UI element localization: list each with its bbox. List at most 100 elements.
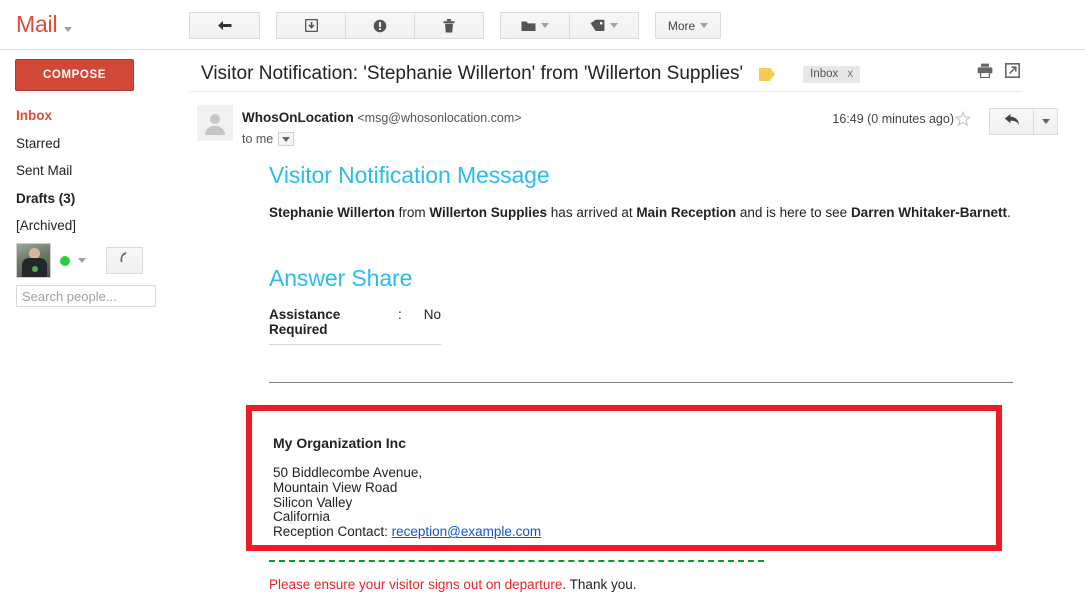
address-line-4: California: [273, 509, 331, 525]
answer-field-value: No: [423, 307, 441, 322]
footer-note-black-text: . Thank you.: [562, 577, 637, 592]
organization-signature-content: My Organization Inc 50 Biddlecombe Avenu…: [273, 434, 541, 540]
more-button-label: More: [667, 18, 696, 33]
page-title: Visitor Notification: 'Stephanie Willert…: [201, 63, 744, 84]
sender-line: WhosOnLocation <msg@whosonlocation.com>: [242, 110, 522, 125]
phone-button[interactable]: [106, 247, 143, 274]
sender-name[interactable]: WhosOnLocation: [242, 110, 354, 125]
avatar-shirt-logo: [32, 266, 38, 272]
reception-contact-label: Reception Contact:: [273, 524, 392, 540]
message-timestamp: 16:49 (0 minutes ago): [832, 112, 954, 126]
green-dashed-divider: [269, 560, 764, 562]
chevron-down-icon: [1041, 119, 1050, 124]
body-heading-visitor-notification: Visitor Notification Message: [269, 162, 550, 188]
answer-field-colon: :: [397, 307, 402, 322]
compose-button[interactable]: COMPOSE: [15, 59, 134, 91]
sidebar-item-inbox[interactable]: Inbox: [16, 102, 176, 130]
intro-location: Main Reception: [636, 205, 737, 220]
chevron-down-icon: [282, 136, 291, 142]
recipient-details-button[interactable]: [278, 132, 295, 146]
back-arrow-icon: [217, 20, 233, 32]
reply-more-button[interactable]: [1033, 108, 1058, 135]
subject-row: Visitor Notification: 'Stephanie Willert…: [201, 61, 1071, 87]
footer-note: Please ensure your visitor signs out on …: [269, 576, 636, 594]
body-horizontal-rule: [269, 382, 1013, 383]
labels-button[interactable]: [569, 12, 639, 39]
chat-status-row: [16, 243, 143, 278]
close-icon[interactable]: x: [847, 68, 853, 80]
folder-icon: [521, 20, 536, 32]
body-heading-answer-share: Answer Share: [269, 265, 413, 291]
delete-button[interactable]: [414, 12, 484, 39]
intro-here-to-see-text: and is here to see: [736, 205, 851, 220]
action-group: [276, 12, 484, 39]
answer-field-label: Assistance Required: [269, 307, 341, 337]
address-line-1: 50 Biddlecombe Avenue,: [273, 465, 423, 480]
reply-icon: [1004, 113, 1020, 131]
body-intro-paragraph: Stephanie Willerton from Willerton Suppl…: [269, 204, 1059, 222]
intro-arrived-text: has arrived at: [547, 205, 637, 220]
label-chip-text: Inbox: [810, 68, 839, 80]
label-flag-icon: [759, 67, 776, 81]
organize-group: [500, 12, 639, 39]
back-group: [189, 12, 260, 39]
intro-end: .: [1006, 205, 1011, 220]
recipient-label: to me: [242, 132, 274, 146]
intro-company: Willerton Supplies: [429, 205, 548, 220]
address-line-3: Silicon Valley: [273, 494, 353, 510]
search-people-input[interactable]: [16, 285, 156, 307]
message-toolbar: More: [189, 12, 737, 39]
back-button[interactable]: [189, 12, 260, 39]
reception-contact-email-link[interactable]: reception@example.com: [392, 524, 542, 539]
chevron-down-icon[interactable]: [78, 258, 86, 263]
reply-group: [989, 108, 1058, 135]
more-button[interactable]: More: [655, 12, 721, 39]
subject-divider: [190, 91, 1022, 92]
trash-icon: [443, 18, 455, 33]
organization-address: 50 Biddlecombe Avenue, Mountain View Roa…: [273, 465, 542, 540]
print-icon[interactable]: [977, 63, 993, 83]
footer-note-red-text: Please ensure your visitor signs out on …: [269, 577, 563, 592]
label-chip-inbox[interactable]: Inbox x: [803, 65, 861, 83]
email-body: Visitor Notification Message Stephanie W…: [246, 161, 1059, 592]
recipient-line: to me: [242, 132, 295, 146]
label-flag-tip: [770, 67, 776, 80]
archive-button[interactable]: [276, 12, 346, 39]
open-in-new-window-icon[interactable]: [1005, 63, 1020, 83]
top-bar: Mail More: [0, 0, 1085, 50]
sidebar: COMPOSE Inbox Starred Sent Mail Drafts (…: [0, 51, 188, 553]
sender-email: <msg@whosonlocation.com>: [357, 111, 522, 125]
intro-visitor-name: Stephanie Willerton: [269, 205, 395, 220]
message-head-icons: [977, 63, 1020, 83]
intro-from-word: from: [394, 205, 430, 220]
sidebar-item-archived[interactable]: [Archived]: [16, 212, 176, 240]
reception-contact-line: Reception Contact: reception@example.com: [273, 524, 542, 540]
chevron-down-icon[interactable]: [64, 27, 73, 32]
sidebar-item-drafts[interactable]: Drafts (3): [16, 185, 176, 213]
answer-field-assistance-required: Assistance Required : No: [269, 307, 441, 345]
report-spam-button[interactable]: [345, 12, 415, 39]
star-outline-icon[interactable]: [954, 110, 972, 132]
mail-brand-label: Mail: [16, 11, 58, 37]
sender-avatar-body: [205, 126, 225, 135]
message-pane: Visitor Notification: 'Stephanie Willert…: [188, 51, 1085, 592]
gmail-window: Mail More COMPOSE Inbox Starred Sent Mai…: [0, 0, 1085, 592]
reply-button[interactable]: [989, 108, 1034, 135]
avatar[interactable]: [16, 243, 51, 278]
chevron-down-icon: [700, 23, 709, 28]
sidebar-nav: Inbox Starred Sent Mail Drafts (3) [Arch…: [16, 102, 176, 240]
label-tag-icon: [590, 19, 605, 32]
chevron-down-icon: [610, 23, 618, 28]
label-flag-body: [759, 67, 771, 81]
sender-avatar-head: [210, 114, 220, 124]
report-spam-icon: [373, 19, 387, 33]
sidebar-item-sent-mail[interactable]: Sent Mail: [16, 157, 176, 185]
chevron-down-icon: [541, 23, 549, 28]
organization-signature-box: My Organization Inc 50 Biddlecombe Avenu…: [246, 405, 1002, 551]
move-to-button[interactable]: [500, 12, 570, 39]
organization-name: My Organization Inc: [273, 435, 407, 451]
phone-icon: [118, 251, 132, 270]
mail-brand[interactable]: Mail: [16, 11, 73, 37]
sidebar-item-starred[interactable]: Starred: [16, 130, 176, 158]
sender-avatar[interactable]: [197, 105, 233, 141]
